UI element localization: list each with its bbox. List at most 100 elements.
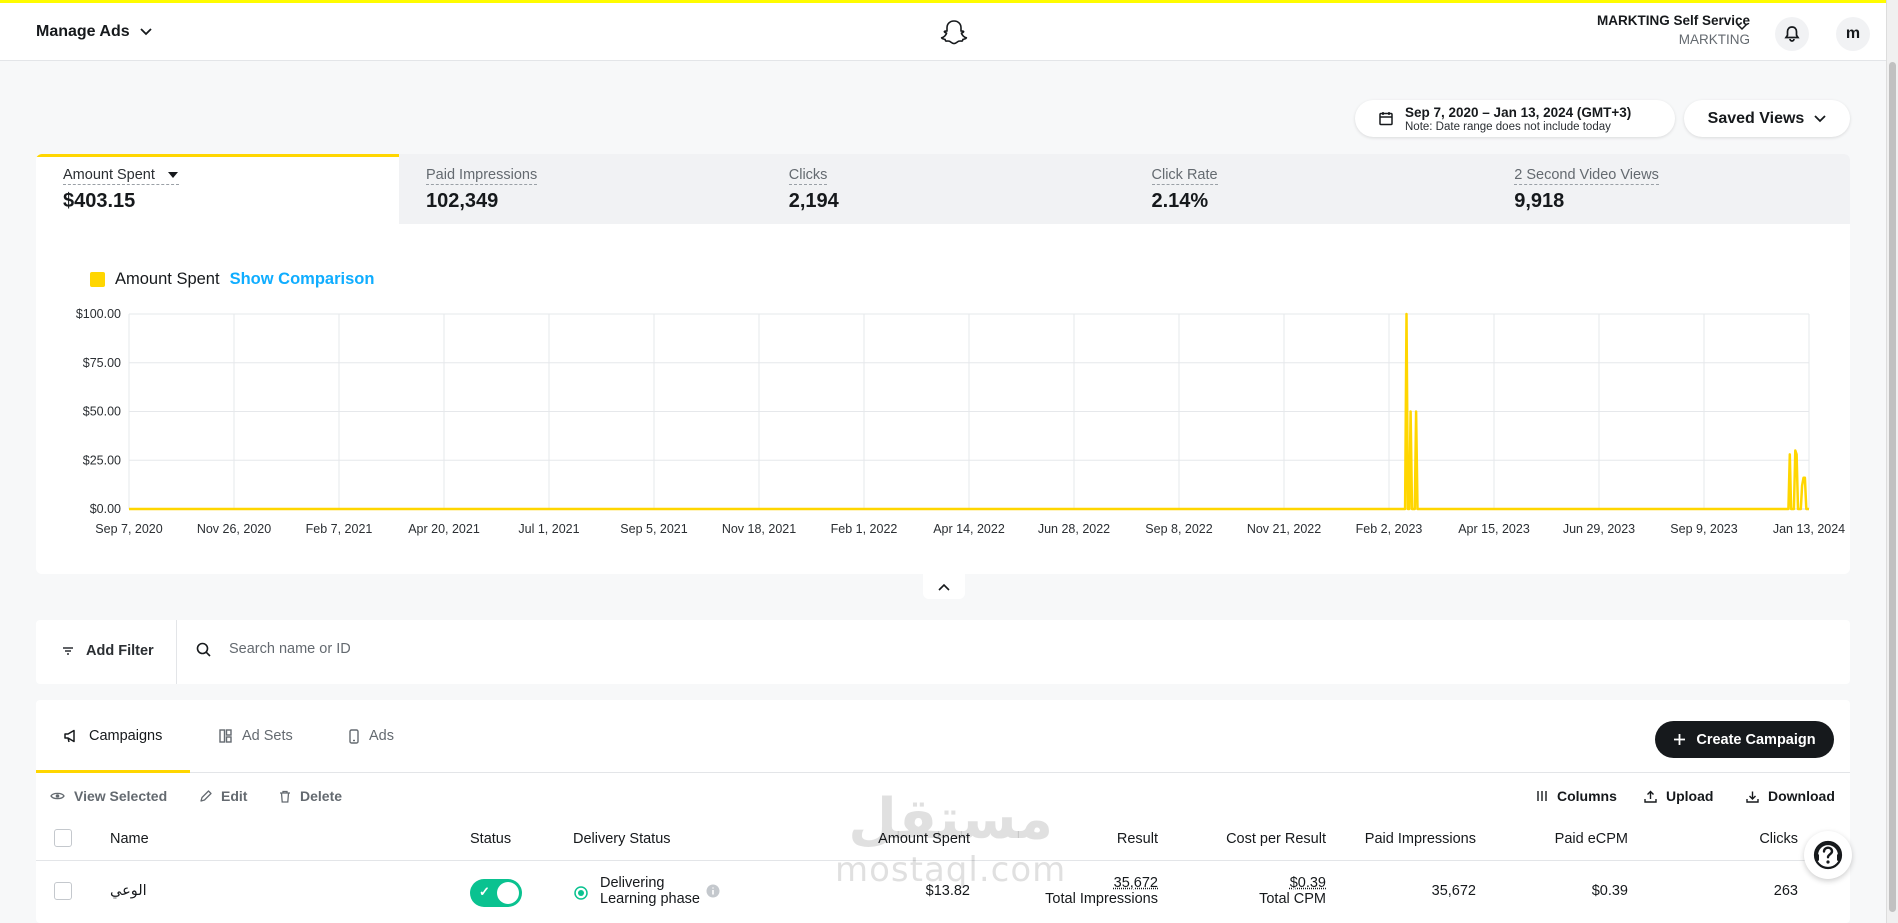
notifications-button[interactable] xyxy=(1775,17,1809,51)
collapse-chart-button[interactable] xyxy=(923,574,965,599)
x-tick-label: Apr 20, 2021 xyxy=(408,522,480,536)
amount-spent-line-chart: $100.00 $75.00 $50.00 $25.00 $0.00 Sep 7, 202… xyxy=(76,307,1845,536)
search-icon xyxy=(196,642,211,657)
info-icon[interactable] xyxy=(706,884,720,898)
col-cost-per-result[interactable]: Cost per Result xyxy=(1226,831,1326,847)
metric-tab-amount-spent[interactable]: Amount Spent $403.15 xyxy=(36,154,399,224)
col-paid-ecpm[interactable]: Paid eCPM xyxy=(1555,831,1628,847)
col-result[interactable]: Result xyxy=(1117,831,1158,847)
calendar-icon xyxy=(1379,112,1393,126)
columns-button[interactable]: Columns xyxy=(1536,788,1617,804)
upload-button[interactable]: Upload xyxy=(1644,788,1713,804)
cost-per-result-sub: Total CPM xyxy=(1259,891,1326,907)
view-selected-button[interactable]: View Selected xyxy=(50,788,167,804)
x-tick-label: Nov 18, 2021 xyxy=(722,522,796,536)
tab-ad-sets[interactable]: Ad Sets xyxy=(219,728,293,744)
metric-tab-click-rate[interactable]: Click Rate 2.14% xyxy=(1125,154,1488,224)
col-clicks[interactable]: Clicks xyxy=(1759,831,1798,847)
filter-icon xyxy=(63,647,73,655)
help-icon xyxy=(1813,840,1843,870)
x-tick-label: Apr 14, 2022 xyxy=(933,522,1005,536)
top-bar: Manage Ads MARKTING Self Service MARKTIN… xyxy=(0,0,1898,61)
delivery-status-label: Delivering xyxy=(600,875,665,891)
result-value[interactable]: 35,672 xyxy=(1045,875,1158,891)
create-campaign-button[interactable]: Create Campaign xyxy=(1655,721,1834,758)
snapchat-ghost-icon[interactable] xyxy=(939,18,969,48)
object-tabs: Campaigns Ad Sets Ads Create Campaign xyxy=(36,700,1850,773)
manage-ads-menu[interactable]: Manage Ads xyxy=(36,23,152,41)
table-row[interactable]: الوعي ✓ Delivering Learning phase $13.82… xyxy=(36,861,1850,923)
col-delivery-status[interactable]: Delivery Status xyxy=(573,831,671,847)
tab-label: Ad Sets xyxy=(242,728,293,744)
y-tick-label: $50.00 xyxy=(83,405,121,419)
search-placeholder: Search name or ID xyxy=(229,641,351,657)
metric-label: Clicks xyxy=(788,167,828,185)
delete-label: Delete xyxy=(300,788,343,804)
edit-label: Edit xyxy=(221,788,248,804)
avatar[interactable]: m xyxy=(1836,17,1870,51)
campaign-name[interactable]: الوعي xyxy=(110,883,147,899)
columns-label: Columns xyxy=(1557,788,1617,804)
row-checkbox[interactable] xyxy=(54,882,72,900)
campaigns-table-card: Campaigns Ad Sets Ads Create Campaign Vi… xyxy=(36,700,1850,923)
x-tick-label: Apr 15, 2023 xyxy=(1458,522,1530,536)
col-status[interactable]: Status xyxy=(470,831,511,847)
edit-button[interactable]: Edit xyxy=(199,788,247,804)
tab-campaigns[interactable]: Campaigns xyxy=(64,728,162,744)
cost-per-result-value[interactable]: $0.39 xyxy=(1259,875,1326,891)
eye-icon xyxy=(50,792,65,800)
date-range-picker[interactable]: Sep 7, 2020 – Jan 13, 2024 (GMT+3) Note:… xyxy=(1355,100,1675,137)
legend-swatch xyxy=(90,272,105,287)
delivery-status-sub: Learning phase xyxy=(600,891,700,907)
y-tick-label: $100.00 xyxy=(76,307,121,321)
saved-views-label: Saved Views xyxy=(1707,109,1805,127)
metric-tab-paid-impressions[interactable]: Paid Impressions 102,349 xyxy=(399,154,762,224)
tab-label: Campaigns xyxy=(89,728,163,744)
legend-series-label: Amount Spent xyxy=(115,270,220,288)
create-campaign-label: Create Campaign xyxy=(1696,731,1816,748)
page-scrollbar[interactable] xyxy=(1886,0,1898,923)
date-range-note: Note: Date range does not include today xyxy=(1405,120,1611,133)
col-amount-spent[interactable]: Amount Spent xyxy=(878,831,970,847)
col-name[interactable]: Name xyxy=(110,831,149,847)
search-input[interactable]: Search name or ID xyxy=(196,641,351,657)
trash-icon xyxy=(280,790,290,803)
x-tick-label: Nov 21, 2022 xyxy=(1247,522,1321,536)
help-button[interactable] xyxy=(1804,831,1852,879)
download-icon xyxy=(1746,791,1759,803)
caret-down-icon[interactable] xyxy=(167,171,179,179)
cost-per-result-cell: $0.39 Total CPM xyxy=(1259,875,1326,907)
paid-impressions-value: 35,672 xyxy=(1431,883,1476,899)
tab-ads[interactable]: Ads xyxy=(349,728,394,744)
status-toggle[interactable]: ✓ xyxy=(470,879,522,907)
columns-icon xyxy=(1537,791,1547,801)
add-filter-button[interactable]: Add Filter xyxy=(62,643,154,659)
saved-views-button[interactable]: Saved Views xyxy=(1684,100,1850,137)
filter-bar: Add Filter Search name or ID xyxy=(36,620,1850,684)
y-tick-label: $0.00 xyxy=(90,502,121,516)
y-tick-label: $25.00 xyxy=(83,453,121,467)
metric-value: 2.14% xyxy=(1151,190,1209,212)
scrollbar-thumb[interactable] xyxy=(1889,62,1896,912)
metric-tab-video-views[interactable]: 2 Second Video Views 9,918 xyxy=(1487,154,1850,224)
metric-tab-clicks[interactable]: Clicks 2,194 xyxy=(762,154,1125,224)
bell-icon xyxy=(1784,26,1800,42)
amount-spent-value: $13.82 xyxy=(925,883,970,899)
col-paid-impressions[interactable]: Paid Impressions xyxy=(1365,831,1476,847)
page-title: Manage Ads xyxy=(36,23,130,40)
tab-label: Ads xyxy=(369,728,394,744)
show-comparison-link[interactable]: Show Comparison xyxy=(230,270,375,289)
date-range-label: Sep 7, 2020 – Jan 13, 2024 (GMT+3) xyxy=(1405,104,1632,120)
chart-legend: Amount Spent Show Comparison xyxy=(90,270,374,289)
download-button[interactable]: Download xyxy=(1746,788,1835,804)
chevron-down-icon[interactable] xyxy=(1736,23,1748,31)
account-switcher[interactable]: MARKTING Self Service MARKTING xyxy=(1597,13,1750,47)
x-tick-label: Jan 13, 2024 xyxy=(1773,522,1845,536)
upload-label: Upload xyxy=(1666,788,1714,804)
delete-button[interactable]: Delete xyxy=(279,788,342,804)
x-tick-label: Feb 2, 2023 xyxy=(1356,522,1423,536)
metric-tabs: Amount Spent $403.15 Paid Impressions 10… xyxy=(36,154,1850,224)
select-all-checkbox[interactable] xyxy=(54,829,72,847)
x-tick-label: Feb 1, 2022 xyxy=(831,522,898,536)
check-icon: ✓ xyxy=(479,884,490,899)
